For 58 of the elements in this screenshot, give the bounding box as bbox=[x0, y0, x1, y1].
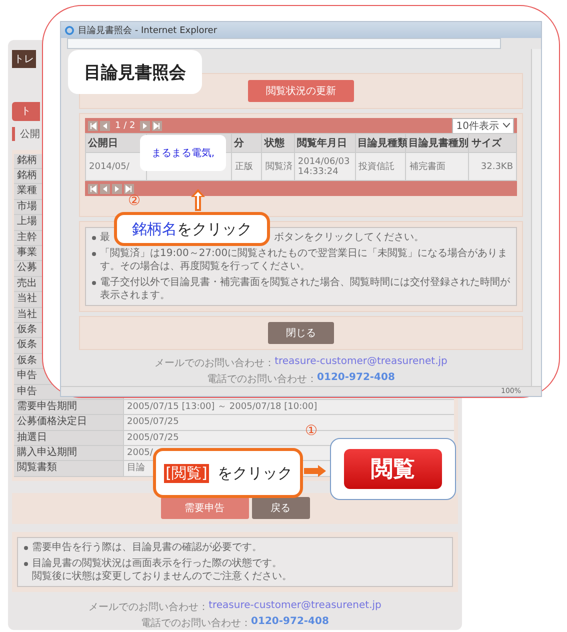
logo[interactable]: トレ bbox=[12, 50, 36, 68]
phone-number: 0120-972-408 bbox=[251, 616, 329, 629]
column-header: 閲覧年月日 bbox=[294, 134, 356, 152]
first-page-icon[interactable] bbox=[88, 120, 98, 130]
caret-icon bbox=[503, 123, 510, 128]
column-header: 目論見種類 bbox=[355, 134, 406, 152]
email-link[interactable]: treasure-customer@treasurenet.jp bbox=[208, 600, 382, 614]
next-page-icon[interactable] bbox=[112, 184, 122, 194]
note-text: 目論見書の閲覧状況は画面表示を行った際の状態です。 閲覧後に状態は変更しておりませんのでご注意ください。 bbox=[32, 557, 292, 583]
instruction-callout: [閲覧] をクリック bbox=[153, 448, 303, 498]
next-page-icon[interactable] bbox=[140, 120, 150, 130]
bullet-icon bbox=[24, 562, 28, 566]
scrollbar[interactable] bbox=[531, 49, 541, 386]
back-button[interactable]: 戻る bbox=[252, 497, 310, 520]
view-button[interactable]: 閲覧 bbox=[344, 449, 442, 489]
email-link[interactable]: treasure-customer@treasurenet.jp bbox=[274, 356, 448, 370]
phone-label: 電話でのお問い合わせ： bbox=[207, 372, 318, 386]
stock-name-link[interactable]: まるまる電気, bbox=[140, 135, 226, 171]
note-text: 最 bbox=[100, 231, 110, 244]
up-arrow-icon bbox=[191, 189, 205, 211]
mail-label: メールでのお問い合わせ： bbox=[88, 602, 209, 614]
close-button[interactable]: 閉じる bbox=[268, 322, 334, 344]
bullet-icon bbox=[92, 252, 96, 256]
submit-button[interactable]: 需要申告 bbox=[160, 497, 248, 520]
mail-label: メールでのお問い合わせ： bbox=[154, 358, 275, 370]
right-arrow-icon bbox=[304, 465, 326, 477]
first-page-icon[interactable] bbox=[88, 184, 98, 194]
detail-value: 2005/07/15 [13:00] ～ 2005/07/18 [10:00] bbox=[124, 400, 454, 414]
bullet-icon bbox=[24, 546, 28, 550]
previous-page-icon[interactable] bbox=[100, 184, 110, 194]
step-number: ② bbox=[128, 194, 141, 209]
phone-number: 0120-972-408 bbox=[317, 372, 395, 385]
previous-page-icon[interactable] bbox=[100, 120, 110, 130]
caption: 目論見書照会 bbox=[68, 50, 202, 94]
page-indicator: 1 / 2 bbox=[115, 120, 136, 130]
column-header: 公開日 bbox=[86, 134, 146, 152]
browser-icon bbox=[65, 26, 74, 34]
bullet-icon bbox=[92, 281, 96, 285]
note-text: 需要申告を行う際は、目論見書の確認が必要です。 bbox=[32, 541, 262, 554]
detail-label: 抽選日 bbox=[14, 430, 124, 446]
detail-label: 閲覧書類 bbox=[14, 461, 124, 476]
address-bar[interactable] bbox=[67, 38, 501, 49]
window-title: 目論見書照会 - Internet Explorer bbox=[78, 24, 218, 36]
last-page-icon[interactable] bbox=[124, 184, 134, 194]
nav-button[interactable]: ト bbox=[12, 102, 40, 121]
detail-label: 需要申告期間 bbox=[14, 400, 124, 414]
detail-label: 購入申込期間 bbox=[14, 446, 124, 460]
note-text: ボタンをクリックしてください。 bbox=[274, 231, 424, 244]
column-header: 状態 bbox=[262, 134, 294, 152]
bullet-icon bbox=[92, 236, 96, 240]
column-header: 分 bbox=[232, 134, 262, 152]
page-size-select[interactable]: 10件表示 bbox=[452, 118, 514, 134]
instruction-callout: 銘柄名 をクリック bbox=[114, 212, 270, 246]
last-page-icon[interactable] bbox=[152, 120, 162, 130]
phone-label: 電話でのお問い合わせ： bbox=[141, 616, 252, 630]
refresh-button[interactable]: 閲覧状況の更新 bbox=[248, 80, 354, 102]
column-header: サイズ bbox=[468, 134, 516, 152]
detail-label: 公募価格決定日 bbox=[14, 415, 124, 430]
